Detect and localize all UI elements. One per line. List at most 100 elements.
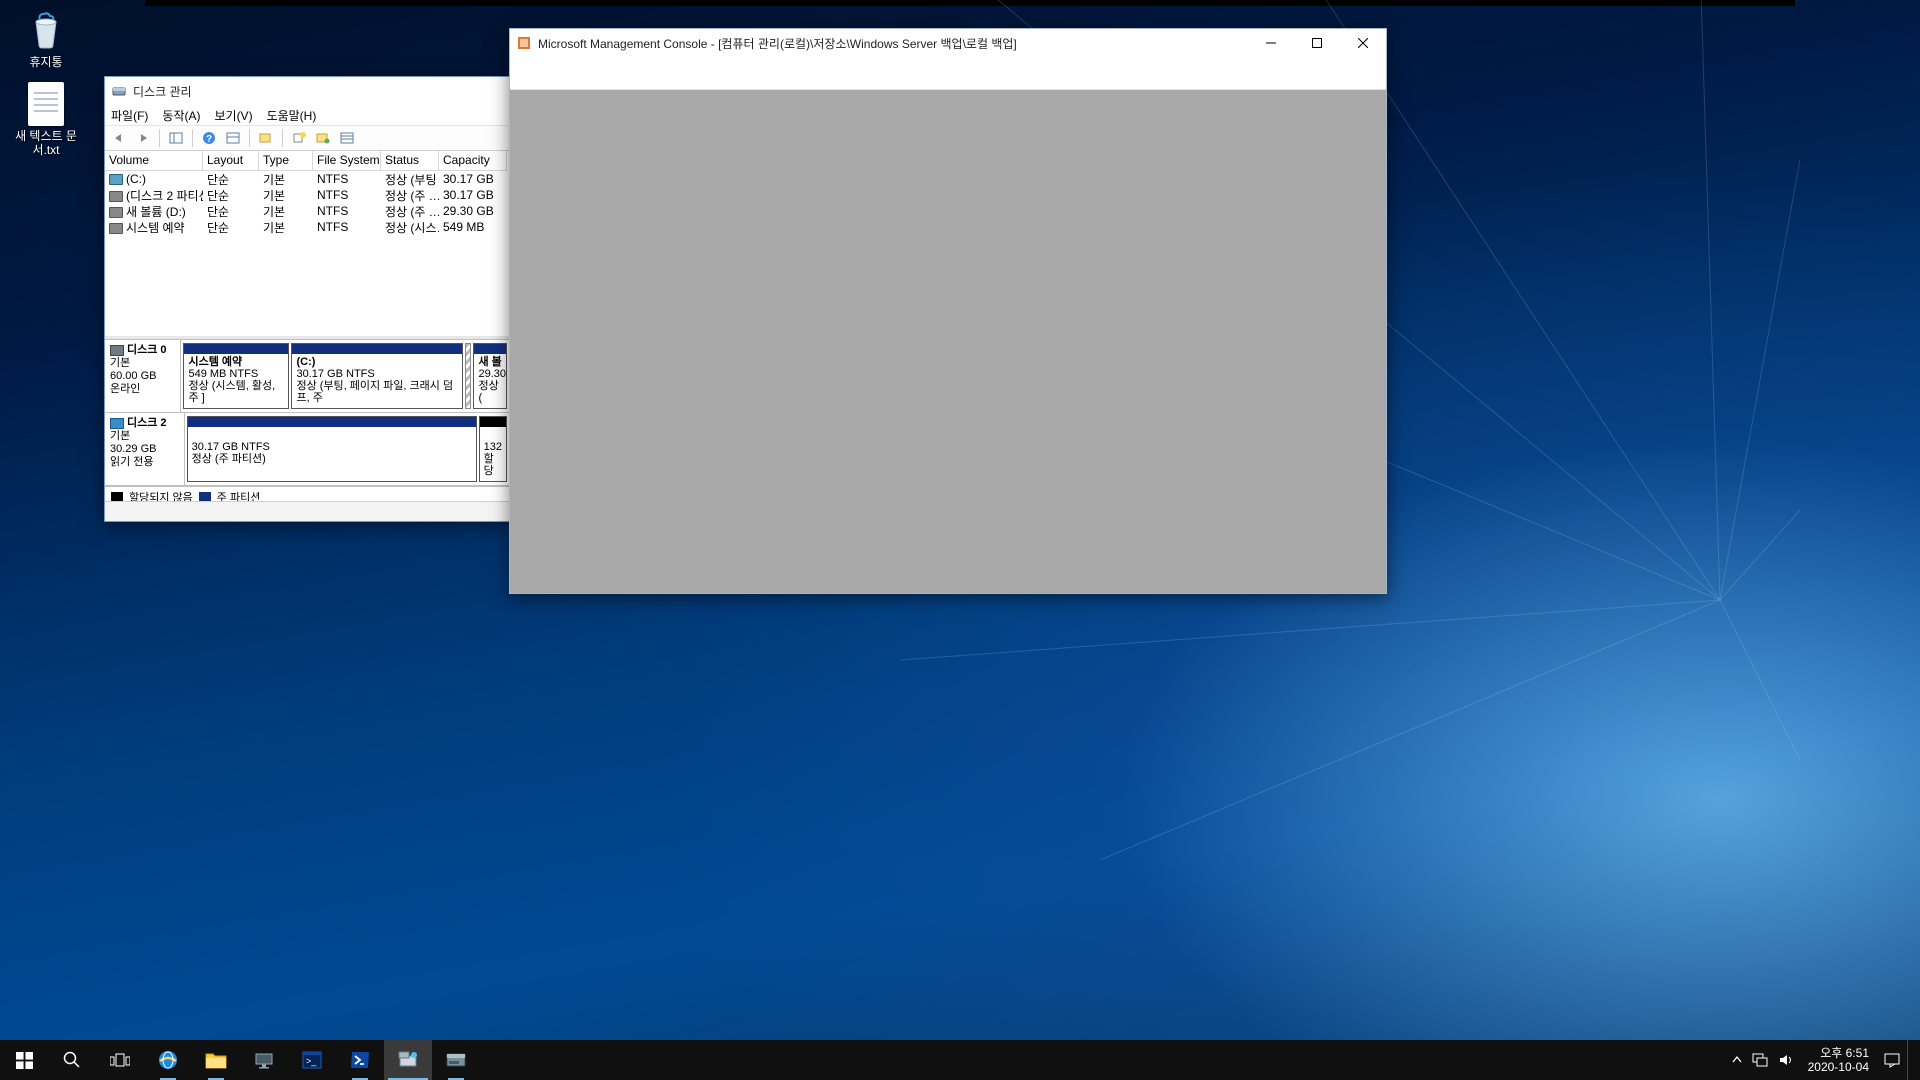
list-view-button[interactable] [337,128,357,148]
recycle-bin-label: 휴지통 [29,55,62,69]
disk0-part2[interactable]: (C:) 30.17 GB NTFS 정상 (부팅, 페이지 파일, 크래시 덤… [291,343,463,409]
tray-network-icon[interactable] [1752,1053,1768,1067]
part-status: 정상 (주 파티션) [192,453,266,465]
disk0-size: 60.00 GB [110,370,156,382]
part-status: 할당 [484,453,494,477]
clock-date: 2020-10-04 [1808,1060,1869,1074]
volume-table-body[interactable]: (C:)단순기본NTFS정상 (부팅30.17 GB(디스크 2 파티션 2)단… [105,171,509,235]
part-status: 정상 (시스템, 활성, 주 ] [188,380,275,404]
view-top-button[interactable] [223,128,243,148]
task-view-button[interactable] [96,1040,144,1080]
tray-notification-icon[interactable] [1883,1051,1901,1069]
partition-header [292,344,462,354]
col-type[interactable]: Type [259,151,313,171]
maximize-button[interactable] [1294,29,1340,57]
disk-management-window[interactable]: 디스크 관리 파일(F) 동작(A) 보기(V) 도움말(H) ? Volume [104,76,510,522]
disk-icon [110,418,124,429]
volume-table-header[interactable]: Volume Layout Type File System Status Ca… [105,151,509,171]
disk0-type: 기본 [110,357,130,369]
disk2-part1[interactable]: 30.17 GB NTFS 정상 (주 파티션) [187,416,477,482]
disk0-part1[interactable]: 시스템 예약 549 MB NTFS 정상 (시스템, 활성, 주 ] [183,343,289,409]
show-tree-button[interactable] [166,128,186,148]
table-row[interactable]: 새 볼륨 (D:)단순기본NTFS정상 (주 …29.30 GB [105,203,509,219]
taskbar-explorer[interactable] [192,1040,240,1080]
svg-text:?: ? [206,134,212,145]
svg-text:>_: >_ [306,1056,317,1066]
taskbar-diskmgmt[interactable] [432,1040,480,1080]
textfile-label: 새 텍스트 문서.txt [15,129,77,157]
menu-file[interactable]: 파일(F) [111,107,148,124]
table-row[interactable]: 시스템 예약단순기본NTFS정상 (시스…549 MB [105,219,509,235]
action-new-button[interactable] [289,128,309,148]
volume-table[interactable]: Volume Layout Type File System Status Ca… [105,151,509,339]
start-button[interactable] [0,1040,48,1080]
taskbar-powershell[interactable] [336,1040,384,1080]
part-size: 132 [484,441,502,453]
disk0-name: 디스크 0 [127,344,167,356]
taskbar-ie[interactable] [144,1040,192,1080]
col-layout[interactable]: Layout [203,151,259,171]
part-status: 정상 (부팅, 페이지 파일, 크래시 덤프, 주 [296,380,453,404]
desktop[interactable]: 휴지통 새 텍스트 문서.txt 디스크 관리 파일(F) 동작(A) 보기(V… [0,0,1920,1080]
table-row[interactable]: (C:)단순기본NTFS정상 (부팅30.17 GB [105,171,509,187]
mmc-window[interactable]: Microsoft Management Console - [컴퓨터 관리(로… [509,28,1387,594]
part-title: (C:) [296,356,315,368]
legend-primary-label: 주 파티션 [217,489,261,501]
col-volume[interactable]: Volume [105,151,203,171]
disk0-label[interactable]: 디스크 0 기본 60.00 GB 온라인 [105,340,181,412]
taskbar-clock[interactable]: 오후 6:51 2020-10-04 [1800,1046,1877,1074]
disk2-label[interactable]: 디스크 2 기본 30.29 GB 읽기 전용 [105,413,185,485]
part-size: 30.17 GB NTFS [296,368,374,380]
disk-layout-pane[interactable]: 디스크 0 기본 60.00 GB 온라인 시스템 예약 549 MB NTFS… [105,339,509,501]
part-size: 30.17 GB NTFS [192,441,270,453]
action-prop-button[interactable] [313,128,333,148]
mmc-client-area[interactable] [510,90,1386,593]
disk0-status: 온라인 [110,383,140,395]
textfile-icon[interactable]: 새 텍스트 문서.txt [8,82,84,157]
search-button[interactable] [48,1040,96,1080]
partition-header [480,417,506,427]
minimize-button[interactable] [1248,29,1294,57]
recycle-bin-icon[interactable]: 휴지통 [8,8,84,69]
disk-row-2[interactable]: 디스크 2 기본 30.29 GB 읽기 전용 30.17 GB NTFS 정상… [105,413,509,486]
col-capacity[interactable]: Capacity [439,151,507,171]
forward-button[interactable] [133,128,153,148]
table-row[interactable]: (디스크 2 파티션 2)단순기본NTFS정상 (주 …30.17 GB [105,187,509,203]
trash-icon [24,8,68,52]
taskbar-mmc[interactable] [384,1040,432,1080]
disk0-part3[interactable]: 새 볼 29.30 정상 ( [473,343,507,409]
disk2-status: 읽기 전용 [110,456,154,468]
taskbar-server-manager[interactable] [240,1040,288,1080]
help-button[interactable]: ? [199,128,219,148]
diskmgmt-menubar[interactable]: 파일(F) 동작(A) 보기(V) 도움말(H) [105,105,509,126]
mmc-app-icon [516,35,532,51]
mmc-titlebar[interactable]: Microsoft Management Console - [컴퓨터 관리(로… [510,29,1386,57]
tray-up-icon[interactable] [1732,1055,1742,1065]
partition-header [188,417,476,427]
taskbar-powershell-window[interactable]: >_ [288,1040,336,1080]
disk-legend: 할당되지 않음 주 파티션 [105,486,509,501]
disk2-type: 기본 [110,430,130,442]
menu-view[interactable]: 보기(V) [214,107,252,124]
diskmgmt-toolbar: ? [105,126,509,151]
show-desktop-button[interactable] [1907,1040,1914,1080]
top-border [145,0,1795,6]
disk2-name: 디스크 2 [127,417,167,429]
taskbar[interactable]: >_ 오후 6:51 2020-10-04 [0,1040,1920,1080]
col-status[interactable]: Status [381,151,439,171]
disk-row-0[interactable]: 디스크 0 기본 60.00 GB 온라인 시스템 예약 549 MB NTFS… [105,340,509,413]
tray-volume-icon[interactable] [1778,1053,1794,1067]
mmc-menubar[interactable] [510,57,1386,90]
action-settings-button[interactable] [256,128,276,148]
close-button[interactable] [1340,29,1386,57]
diskmgmt-titlebar[interactable]: 디스크 관리 [105,77,509,105]
menu-action[interactable]: 동작(A) [162,107,200,124]
back-button[interactable] [109,128,129,148]
menu-help[interactable]: 도움말(H) [267,107,317,124]
mmc-title: Microsoft Management Console - [컴퓨터 관리(로… [538,35,1248,52]
diskmgmt-title: 디스크 관리 [133,83,509,100]
disk2-part2[interactable]: 132 할당 [479,416,507,482]
legend-unalloc-swatch [111,492,123,501]
col-fs[interactable]: File System [313,151,381,171]
part-title: 시스템 예약 [188,356,242,368]
